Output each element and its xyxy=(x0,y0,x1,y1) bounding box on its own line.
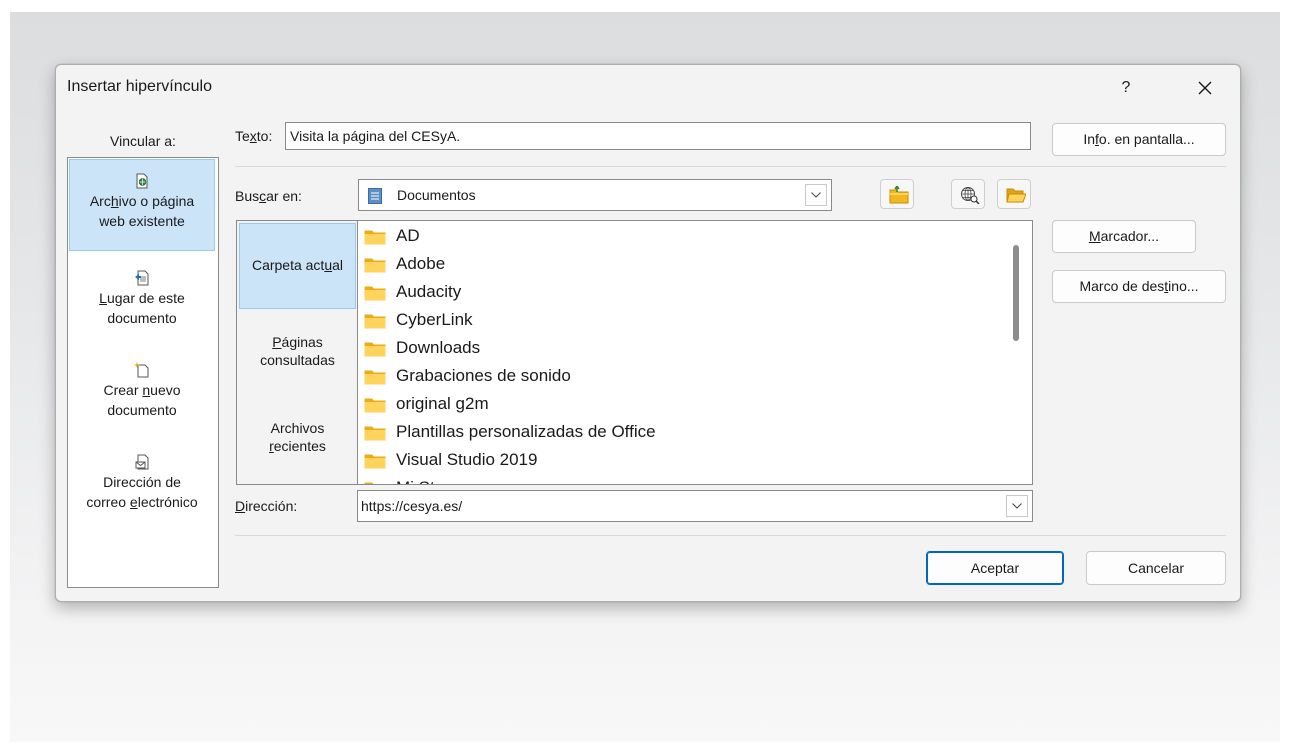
link-to-panel: Archivo o página web existente Lugar de … xyxy=(67,157,219,588)
file-name: Downloads xyxy=(396,338,481,357)
chevron-down-icon xyxy=(811,192,821,198)
text-to-display-value: Visita la página del CESyA. xyxy=(290,128,461,144)
folder-icon xyxy=(364,342,386,357)
browse-web-icon xyxy=(961,187,980,204)
divider-top xyxy=(235,166,1226,167)
look-in-dropdown-button[interactable] xyxy=(805,184,827,206)
link-create-new-document[interactable]: Crear nuevo documento xyxy=(69,350,215,430)
folder-icon xyxy=(364,370,386,385)
folder-icon xyxy=(364,398,386,413)
look-in-value: Documentos xyxy=(397,187,476,203)
dialog-title: Insertar hipervínculo xyxy=(67,78,212,95)
open-folder-icon xyxy=(1006,188,1026,203)
address-label: Dirección: xyxy=(235,498,298,514)
link-item-label-line1: Dirección de xyxy=(103,474,181,490)
text-to-display-input[interactable]: Visita la página del CESyA. xyxy=(285,122,1031,150)
help-button[interactable]: ? xyxy=(1112,73,1140,103)
file-name: Plantillas personalizadas de Office xyxy=(396,422,656,441)
link-to-label: Vincular a: xyxy=(110,133,176,149)
address-input[interactable]: https://cesya.es/ xyxy=(357,490,1033,522)
email-address-icon xyxy=(135,454,149,470)
new-document-icon xyxy=(134,362,149,378)
folder-icon xyxy=(364,286,386,301)
web-page-icon xyxy=(136,173,148,189)
place-in-document-icon xyxy=(135,270,149,286)
file-name: Mi St... xyxy=(396,474,449,484)
address-value: https://cesya.es/ xyxy=(361,498,463,514)
look-in-dropdown[interactable]: Documentos xyxy=(358,179,832,211)
screen-tip-button[interactable]: Info. en pantalla... xyxy=(1052,123,1226,156)
file-name: Visual Studio 2019 xyxy=(396,450,538,469)
file-name: original g2m xyxy=(396,394,489,413)
tab-browsed-pages[interactable]: Páginas consultadas xyxy=(239,333,356,369)
ok-button[interactable]: Aceptar xyxy=(926,551,1064,585)
link-item-label-line1: Archivo o página xyxy=(89,193,195,209)
chevron-down-icon xyxy=(1012,503,1022,509)
tab-current-folder[interactable]: Carpeta actual xyxy=(239,223,356,309)
divider-bottom xyxy=(235,535,1226,536)
file-list[interactable]: AD Adobe Audacity CyberLink Downloads Grabaci… xyxy=(357,220,1033,485)
folder-icon xyxy=(364,454,386,469)
browse-file-button[interactable] xyxy=(997,179,1031,209)
up-one-folder-button[interactable] xyxy=(880,179,914,209)
documents-folder-icon xyxy=(368,188,382,204)
file-name: Grabaciones de sonido xyxy=(396,366,571,385)
file-list-scrollbar[interactable] xyxy=(1013,245,1019,341)
folder-icon xyxy=(364,426,386,441)
cancel-button[interactable]: Cancelar xyxy=(1086,551,1226,585)
insert-hyperlink-dialog: Insertar hipervínculo ? Vincular a: Arch… xyxy=(55,64,1241,602)
file-name: Adobe xyxy=(396,254,446,273)
link-item-label-line2: documento xyxy=(107,402,177,418)
link-item-label-line2: web existente xyxy=(99,213,185,229)
file-name: CyberLink xyxy=(396,310,473,329)
link-email-address[interactable]: Dirección de correo electrónico xyxy=(69,442,215,522)
browse-web-button[interactable] xyxy=(951,179,985,209)
folder-icon xyxy=(364,314,386,329)
close-icon xyxy=(1198,81,1212,95)
link-item-label-line1: Crear nuevo xyxy=(103,382,181,398)
browse-source-tabs: Carpeta actual Páginas consultadas Archiv… xyxy=(236,220,357,485)
folder-icon xyxy=(364,482,374,484)
close-button[interactable] xyxy=(1182,73,1228,103)
bookmark-button[interactable]: Marcador... xyxy=(1052,220,1196,253)
file-name: Audacity xyxy=(396,282,462,301)
look-in-label: Buscar en: xyxy=(235,188,302,204)
link-place-in-document[interactable]: Lugar de este documento xyxy=(69,258,215,338)
tab-recent-files[interactable]: Archivos recientes xyxy=(239,419,356,455)
link-item-label-line1: Lugar de este xyxy=(99,290,185,306)
text-label: Texto: xyxy=(235,128,273,144)
target-frame-button[interactable]: Marco de destino... xyxy=(1052,270,1226,303)
address-dropdown-button[interactable] xyxy=(1006,495,1028,517)
up-folder-icon xyxy=(889,186,909,204)
link-item-label-line2: documento xyxy=(107,310,177,326)
link-item-label-line2: correo electrónico xyxy=(86,494,198,510)
folder-icon xyxy=(364,230,386,245)
link-existing-file-or-web-page[interactable]: Archivo o página web existente xyxy=(69,159,215,251)
file-name: AD xyxy=(396,226,420,245)
folder-icon xyxy=(364,258,386,273)
